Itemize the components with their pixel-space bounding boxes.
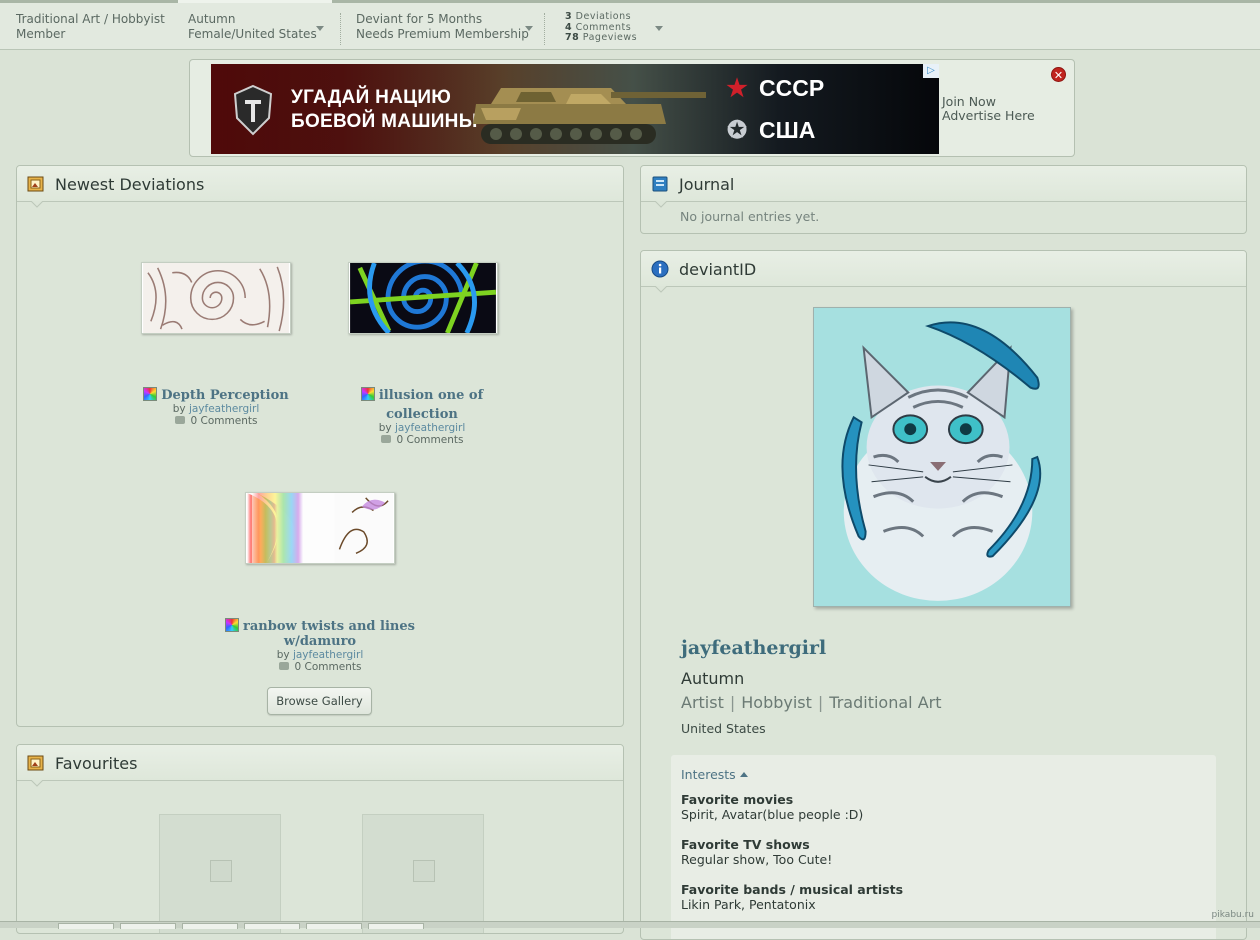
profile-username[interactable]: jayfeathergirl bbox=[681, 637, 826, 659]
tag-artist[interactable]: Artist bbox=[681, 693, 724, 712]
deviation-caption: illusion one of collection by jayfeather… bbox=[327, 384, 517, 446]
author-link[interactable]: jayfeathergirl bbox=[395, 422, 465, 434]
author-link[interactable]: jayfeathergirl bbox=[293, 649, 363, 661]
panel-header: Favourites bbox=[17, 745, 623, 787]
member-type: Traditional Art / Hobbyist Member bbox=[16, 12, 165, 42]
profile-country: United States bbox=[681, 721, 766, 736]
close-ad-icon[interactable]: ✕ bbox=[1051, 67, 1066, 82]
deviation-title-line2[interactable]: w/damuro bbox=[217, 634, 423, 649]
game-logo-icon bbox=[233, 84, 273, 136]
profile-counts[interactable]: 3 Deviations 4 Comments 78 Pageviews bbox=[565, 11, 638, 44]
ad-side-links: Join Now Advertise Here bbox=[942, 95, 1035, 123]
profile-tags: Artist | Hobbyist | Traditional Art bbox=[681, 693, 942, 712]
comments-count[interactable]: 0 Comments bbox=[397, 434, 464, 446]
deviation-type-icon bbox=[143, 387, 158, 401]
deviation-caption: ranbow twists and lines w/damuro by jayf… bbox=[217, 615, 423, 673]
taskbar-tab[interactable] bbox=[368, 923, 424, 929]
chevron-down-icon[interactable] bbox=[316, 26, 324, 31]
ad-banner[interactable]: УГАДАЙ НАЦИЮ БОЕВОЙ МАШИНЫ ★ СССР ✪ США ▷ bbox=[211, 64, 939, 154]
premium-status-text: Needs Premium Membership bbox=[356, 27, 529, 41]
browse-gallery-button[interactable]: Browse Gallery bbox=[267, 687, 372, 715]
info-icon bbox=[651, 260, 669, 278]
favourites-panel: Favourites bbox=[16, 744, 624, 934]
panel-header: Newest Deviations bbox=[17, 166, 623, 208]
tank-image bbox=[473, 88, 706, 144]
placeholder-image-icon bbox=[413, 860, 435, 882]
taskbar-strip bbox=[0, 921, 1260, 929]
ad-container: УГАДАЙ НАЦИЮ БОЕВОЙ МАШИНЫ ★ СССР ✪ США ▷ … bbox=[189, 59, 1075, 157]
interests-toggle[interactable]: Interests bbox=[681, 767, 748, 782]
deviant-since-text: Deviant for 5 Months bbox=[356, 12, 483, 26]
interest-item: Favorite movies Spirit, Avatar(blue peopl… bbox=[681, 792, 864, 822]
ad-option-ussr[interactable]: ★ СССР bbox=[723, 74, 824, 103]
star-icon: ★ bbox=[726, 75, 748, 102]
tag-traditional-art[interactable]: Traditional Art bbox=[829, 693, 941, 712]
taskbar-tab[interactable] bbox=[120, 923, 176, 929]
join-now-link[interactable]: Join Now bbox=[942, 95, 1035, 109]
deviation-caption: Depth Perception by jayfeathergirl 0 Com… bbox=[127, 384, 305, 427]
panel-title: Favourites bbox=[55, 754, 138, 773]
favourite-thumbnail[interactable] bbox=[362, 814, 484, 933]
name-location[interactable]: Autumn Female/United States bbox=[188, 12, 317, 42]
membership-info[interactable]: Deviant for 5 Months Needs Premium Membe… bbox=[356, 12, 529, 42]
profile-real-name: Autumn bbox=[681, 669, 745, 688]
chevron-down-icon[interactable] bbox=[655, 26, 663, 31]
divider bbox=[340, 13, 341, 45]
pageviews-count-row: 78 Pageviews bbox=[565, 32, 638, 43]
chevron-down-icon[interactable] bbox=[525, 26, 533, 31]
newest-deviations-panel: Newest Deviations Depth Perception by ja… bbox=[16, 165, 624, 727]
taskbar-tab[interactable] bbox=[182, 923, 238, 929]
tag-hobbyist[interactable]: Hobbyist bbox=[741, 693, 812, 712]
profile-avatar-image[interactable] bbox=[813, 307, 1071, 607]
deviation-title-link[interactable]: Depth Perception bbox=[127, 384, 305, 403]
deviation-thumbnail-illusion[interactable] bbox=[348, 262, 498, 334]
divider bbox=[544, 13, 545, 45]
active-tab-highlight bbox=[178, 0, 332, 3]
star-icon: ✪ bbox=[726, 117, 748, 144]
favourites-icon bbox=[27, 755, 44, 771]
ad-choices-icon[interactable]: ▷ bbox=[923, 64, 939, 78]
panel-title: Journal bbox=[679, 175, 735, 194]
comment-icon bbox=[278, 662, 289, 670]
comments-count[interactable]: 0 Comments bbox=[295, 661, 362, 673]
panel-title: deviantID bbox=[679, 260, 757, 279]
interest-item: Favorite TV shows Regular show, Too Cute! bbox=[681, 837, 833, 867]
panel-header: Journal bbox=[641, 166, 1246, 208]
deviation-thumbnail-ranbow[interactable] bbox=[245, 492, 395, 564]
deviantid-panel: deviantID jayfeathergirl Autumn Artist | H… bbox=[640, 250, 1247, 940]
comments-count[interactable]: 0 Comments bbox=[191, 415, 258, 427]
deviation-title-link[interactable]: ranbow twists and lines bbox=[217, 615, 423, 634]
taskbar-tab[interactable] bbox=[306, 923, 362, 929]
taskbar-tab[interactable] bbox=[58, 923, 114, 929]
comment-icon bbox=[380, 435, 391, 443]
real-name-text: Autumn bbox=[188, 12, 236, 26]
favourite-thumbnail[interactable] bbox=[159, 814, 281, 933]
journal-book-icon bbox=[652, 176, 668, 192]
panel-header: deviantID bbox=[641, 251, 1246, 293]
member-type-line2: Member bbox=[16, 27, 66, 41]
watermark-text: pikabu.ru bbox=[1211, 910, 1254, 920]
ad-option-usa[interactable]: ✪ США bbox=[723, 116, 815, 145]
deviation-thumbnail-depth-perception[interactable] bbox=[141, 262, 291, 334]
author-link[interactable]: jayfeathergirl bbox=[189, 403, 259, 415]
advertise-here-link[interactable]: Advertise Here bbox=[942, 109, 1035, 123]
journal-empty-text: No journal entries yet. bbox=[680, 209, 820, 224]
panel-title: Newest Deviations bbox=[55, 175, 205, 194]
chevron-up-icon bbox=[739, 772, 748, 777]
deviation-type-icon bbox=[360, 387, 375, 401]
deviation-title-link[interactable]: illusion one of collection bbox=[327, 384, 517, 422]
comment-icon bbox=[174, 416, 185, 424]
gallery-icon bbox=[27, 176, 44, 192]
taskbar-tab[interactable] bbox=[244, 923, 300, 929]
interest-item: Favorite bands / musical artists Likin Pa… bbox=[681, 882, 904, 912]
deviation-type-icon bbox=[225, 618, 240, 632]
profile-stats-bar: Traditional Art / Hobbyist Member Autumn… bbox=[0, 0, 1260, 50]
interests-box: Interests Favorite movies Spirit, Avatar(… bbox=[671, 755, 1216, 939]
ad-headline: УГАДАЙ НАЦИЮ БОЕВОЙ МАШИНЫ bbox=[291, 87, 478, 132]
gender-country-text: Female/United States bbox=[188, 27, 317, 41]
journal-panel: Journal No journal entries yet. bbox=[640, 165, 1247, 234]
placeholder-image-icon bbox=[210, 860, 232, 882]
member-type-line1: Traditional Art / Hobbyist bbox=[16, 12, 165, 26]
